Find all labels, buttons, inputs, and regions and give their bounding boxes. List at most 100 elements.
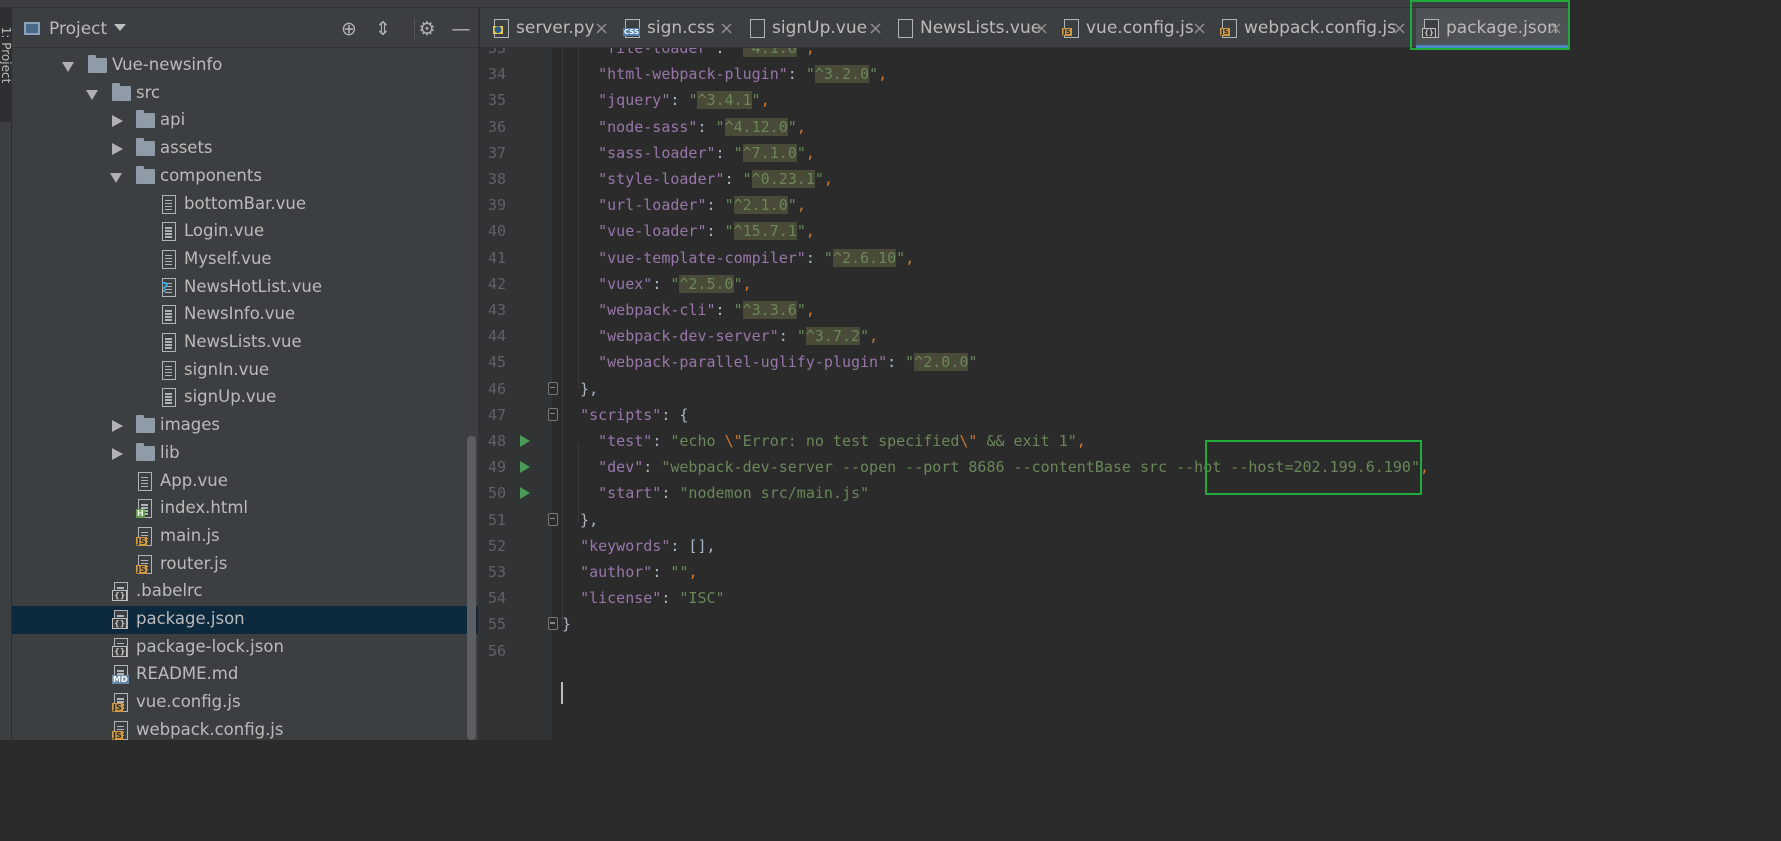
run-script-icon[interactable] [520, 461, 530, 474]
run-script-icon[interactable] [520, 487, 530, 500]
tree-file[interactable]: {} package.json [12, 606, 478, 634]
code-area[interactable]: 33 "file-loader": "^4.1.0", 34 "html-webp… [480, 48, 1570, 740]
tree-file[interactable]: JS webpack.config.js [12, 717, 478, 740]
code-token: , [805, 222, 815, 241]
tree-file[interactable]: JS main.js [12, 523, 478, 551]
hide-panel-icon[interactable]: — [450, 18, 472, 40]
code-line[interactable]: 37 "sass-loader": "^7.1.0", [480, 140, 1570, 166]
expand-arrow-open-icon[interactable] [86, 89, 98, 100]
close-tab-icon[interactable]: × [719, 18, 734, 39]
project-view-selector[interactable]: Project [49, 19, 107, 39]
editor-tab-bar: ● server.py × CSS sign.css × signUp.vue × NewsLi… [480, 8, 1570, 48]
expand-arrow-open-icon[interactable] [110, 172, 122, 183]
tree-folder[interactable]: lib [12, 440, 478, 468]
fold-marker-icon[interactable] [548, 617, 558, 631]
tree-file[interactable]: {} .babelrc [12, 578, 478, 606]
tree-file[interactable]: Hindex.html [12, 495, 478, 523]
code-line[interactable]: 53 "author": "", [480, 559, 1570, 585]
close-tab-icon[interactable]: × [594, 18, 609, 39]
tree-file[interactable]: bottomBar.vue [12, 191, 478, 219]
expand-arrow-closed-icon[interactable] [112, 115, 123, 128]
code-token: : [652, 563, 671, 581]
expand-arrow-closed-icon[interactable] [112, 420, 123, 433]
editor-tab[interactable]: signUp.vue × [750, 8, 890, 48]
fold-marker-icon[interactable] [548, 381, 558, 395]
code-token: ^2.0.0 [914, 353, 969, 372]
editor-tab[interactable]: ● server.py × [493, 8, 616, 48]
expand-arrow-open-icon[interactable] [62, 62, 74, 72]
code-line[interactable]: 42 "vuex": "^2.5.0", [480, 271, 1570, 297]
tree-file[interactable]: ? NewsHotList.vue [12, 274, 478, 302]
code-line[interactable]: 52 "keywords": [], [480, 533, 1570, 559]
code-line[interactable]: 40 "vue-loader": "^15.7.1", [480, 218, 1570, 244]
tree-folder[interactable]: assets [12, 135, 478, 163]
fold-marker-icon[interactable] [548, 512, 558, 526]
code-line[interactable]: 44 "webpack-dev-server": "^3.7.2", [480, 323, 1570, 349]
code-line[interactable]: 45 "webpack-parallel-uglify-plugin": "^2… [480, 349, 1570, 375]
code-token: , [1076, 432, 1086, 450]
tree-file[interactable]: {} package-lock.json [12, 634, 478, 662]
tree-file[interactable]: MD README.md [12, 661, 478, 689]
tree-scrollbar[interactable] [467, 436, 476, 740]
close-tab-icon[interactable]: × [1392, 18, 1407, 39]
tree-file[interactable]: Myself.vue [12, 246, 478, 274]
tree-folder[interactable]: images [12, 412, 478, 440]
run-script-icon[interactable] [520, 435, 530, 447]
tree-file[interactable]: JS router.js [12, 551, 478, 579]
tree-item-label: main.js [160, 525, 220, 545]
code-line[interactable]: 38 "style-loader": "^0.23.1", [480, 166, 1570, 192]
tree-file[interactable]: signUp.vue [12, 384, 478, 412]
code-line[interactable]: 41 "vue-template-compiler": "^2.6.10", [480, 245, 1570, 271]
tree-file[interactable]: signIn.vue [12, 357, 478, 385]
tree-folder[interactable]: api [12, 107, 478, 135]
tree-file[interactable]: Login.vue [12, 218, 478, 246]
code-token: "author" [580, 563, 653, 581]
code-line[interactable]: 43 "webpack-cli": "^3.3.6", [480, 297, 1570, 323]
editor-tab[interactable]: JS webpack.config.js × [1220, 8, 1414, 48]
tree-file[interactable]: NewsLists.vue [12, 329, 478, 357]
expand-arrow-closed-icon[interactable] [112, 447, 123, 460]
close-tab-icon[interactable]: × [868, 18, 883, 39]
code-token: " [751, 91, 761, 110]
code-line[interactable]: 35 "jquery": "^3.4.1", [480, 87, 1570, 113]
folder-icon [136, 165, 155, 184]
file-icon [138, 471, 152, 491]
code-line[interactable]: 54 "license": "ISC" [480, 585, 1570, 611]
locate-file-icon[interactable]: ⊕ [338, 18, 360, 40]
tree-file[interactable]: NewsInfo.vue [12, 301, 478, 329]
tree-file[interactable]: JS vue.config.js [12, 689, 478, 717]
code-line[interactable]: 51 }, [480, 507, 1570, 533]
code-line[interactable]: 39 "url-loader": "^2.1.0", [480, 192, 1570, 218]
line-number: 45 [487, 353, 506, 372]
code-token: " [742, 170, 752, 188]
close-tab-icon[interactable]: × [1192, 18, 1207, 39]
code-line[interactable]: 47 "scripts": { [480, 402, 1570, 428]
code-token: , [760, 91, 770, 110]
code-line[interactable]: 56 [480, 638, 1570, 664]
tree-folder[interactable]: Vue-newsinfo [12, 52, 478, 80]
code-line[interactable]: 46 }, [480, 376, 1570, 402]
collapse-all-icon[interactable]: ⇕ [372, 18, 394, 40]
tree-folder[interactable]: components [12, 163, 478, 191]
editor-tab[interactable]: NewsLists.vue × [898, 8, 1056, 48]
gear-icon[interactable]: ⚙ [416, 18, 438, 40]
tree-file[interactable]: App.vue [12, 468, 478, 496]
code-line[interactable]: 34 "html-webpack-plugin": "^3.2.0", [480, 61, 1570, 87]
expand-arrow-closed-icon[interactable] [112, 143, 123, 156]
code-token: : [887, 353, 906, 372]
code-line[interactable]: 33 "file-loader": "^4.1.0", [480, 48, 1570, 61]
tab-label: server.py [516, 18, 595, 38]
file-type-badge-icon: ? [161, 280, 169, 296]
fold-marker-icon[interactable] [548, 407, 558, 421]
project-tool-window-button[interactable]: 1: Project [0, 8, 13, 122]
editor-tab[interactable]: CSS sign.css × [623, 8, 741, 48]
code-line[interactable]: 55} [480, 611, 1570, 637]
code-line[interactable]: 36 "node-sass": "^4.12.0", [480, 114, 1570, 140]
close-tab-icon[interactable]: × [1034, 18, 1049, 39]
tree-folder[interactable]: src [12, 80, 478, 108]
editor-tab[interactable]: JS vue.config.js × [1062, 8, 1214, 48]
chevron-down-icon[interactable] [114, 24, 126, 31]
